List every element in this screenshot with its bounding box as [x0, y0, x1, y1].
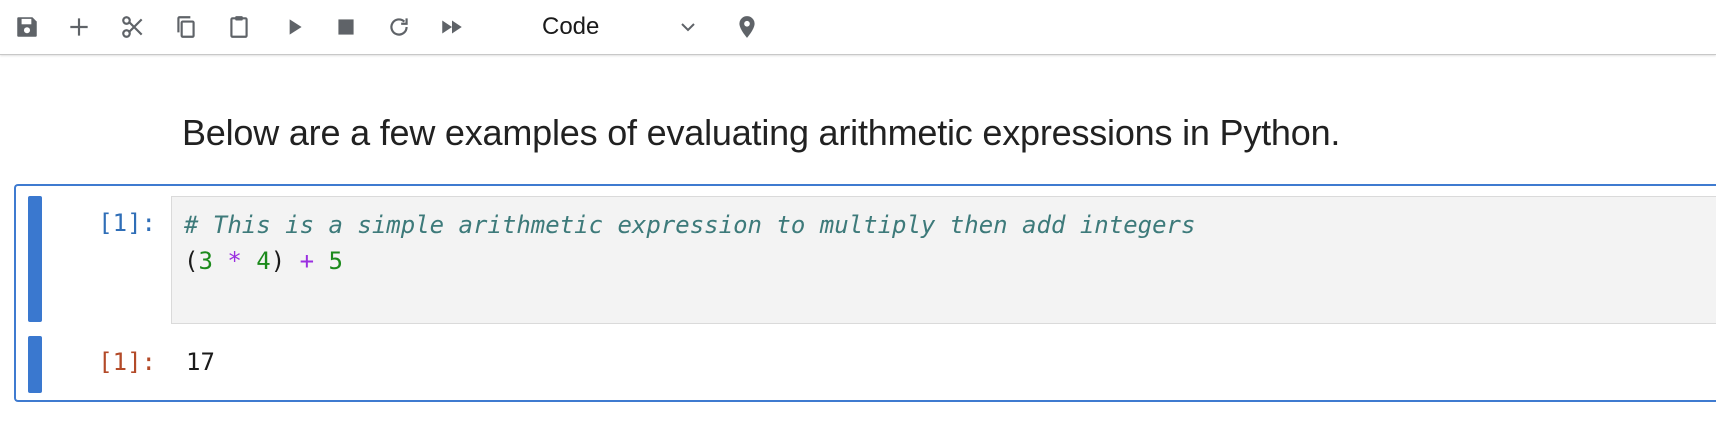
save-icon[interactable]	[9, 9, 45, 45]
token-number: 5	[328, 247, 343, 275]
token-number: 4	[256, 247, 271, 275]
paste-icon[interactable]	[221, 9, 257, 45]
run-all-icon[interactable]	[434, 9, 470, 45]
chevron-down-icon	[681, 23, 695, 32]
map-pin-icon[interactable]	[729, 9, 765, 45]
token-open-paren: (	[184, 247, 199, 275]
restart-icon[interactable]	[381, 9, 417, 45]
scissors-icon	[122, 16, 143, 38]
token-number: 3	[198, 247, 213, 275]
run-icon[interactable]	[276, 9, 312, 45]
copy-icon[interactable]	[168, 9, 204, 45]
stop-icon[interactable]	[328, 9, 364, 45]
token-close-paren: )	[270, 247, 286, 275]
notebook-toolbar: Code	[0, 0, 1716, 55]
cell-type-select[interactable]: Code	[542, 9, 702, 45]
code-expression: (3 * 4) + 5	[184, 243, 1716, 279]
refresh-icon	[390, 18, 408, 36]
output-prompt: [1]:	[98, 348, 156, 376]
fast-forward-icon	[442, 20, 462, 34]
save-icon-graphic	[17, 17, 37, 37]
input-prompt: [1]:	[98, 209, 156, 237]
play-icon	[289, 19, 302, 35]
code-comment: # This is a simple arithmetic expression…	[184, 211, 1196, 239]
cut-icon[interactable]	[115, 9, 151, 45]
plus-icon	[70, 18, 88, 36]
cell-output: 17	[186, 348, 215, 376]
code-cell[interactable]: [1]: # This is a simple arithmetic expre…	[14, 184, 1716, 402]
square-stop-icon	[338, 19, 354, 35]
clipboard-icon	[230, 16, 248, 38]
token-operator: +	[299, 247, 315, 275]
markdown-cell-text: Below are a few examples of evaluating a…	[182, 112, 1341, 153]
copy-icon-graphic	[177, 16, 195, 38]
code-editor[interactable]: # This is a simple arithmetic expression…	[171, 196, 1716, 324]
token-operator: *	[227, 247, 242, 275]
cell-type-value: Code	[542, 13, 600, 40]
add-cell-icon[interactable]	[61, 9, 97, 45]
location-pin-icon	[739, 16, 755, 38]
